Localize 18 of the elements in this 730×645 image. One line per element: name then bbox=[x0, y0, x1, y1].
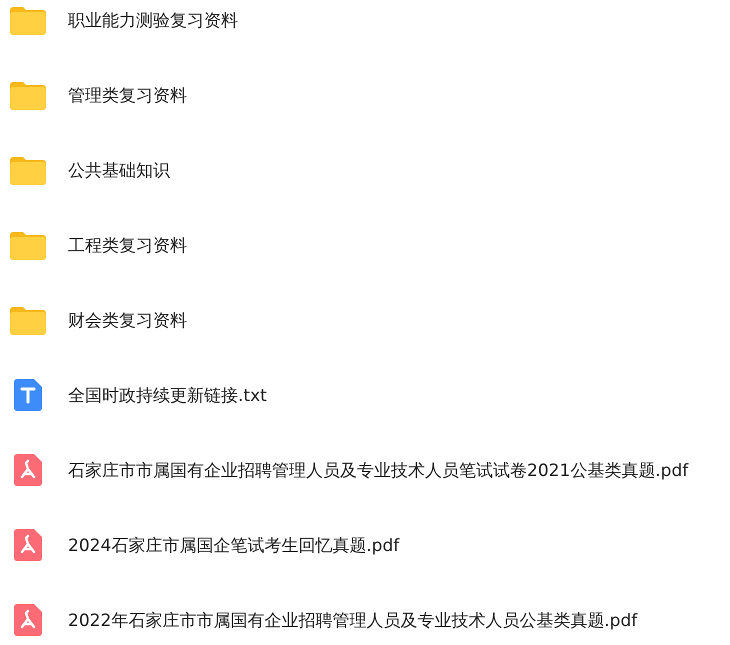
file-name[interactable]: 财会类复习资料 bbox=[68, 308, 187, 332]
file-name[interactable]: 管理类复习资料 bbox=[68, 84, 187, 106]
pdf-file-icon bbox=[14, 454, 42, 486]
folder-icon bbox=[10, 305, 46, 335]
pdf-file-icon bbox=[14, 604, 42, 636]
folder-icon bbox=[10, 80, 46, 110]
folder-icon bbox=[10, 5, 46, 35]
file-name[interactable]: 石家庄市市属国有企业招聘管理人员及专业技术人员笔试试卷2021公基类真题.pdf bbox=[68, 458, 688, 482]
file-name[interactable]: 职业能力测验复习资料 bbox=[68, 8, 238, 32]
file-name[interactable]: 2024石家庄市属国企笔试考生回忆真题.pdf bbox=[68, 534, 400, 556]
file-name[interactable]: 公共基础知识 bbox=[68, 158, 170, 182]
pdf-file-icon bbox=[14, 529, 42, 561]
folder-icon bbox=[10, 155, 46, 185]
text-file-icon bbox=[14, 379, 42, 411]
file-name[interactable]: 工程类复习资料 bbox=[68, 234, 187, 256]
file-name[interactable]: 2022年石家庄市市属国有企业招聘管理人员及专业技术人员公基类真题.pdf bbox=[68, 608, 638, 632]
file-name[interactable]: 全国时政持续更新链接.txt bbox=[68, 384, 267, 406]
folder-icon bbox=[10, 230, 46, 260]
